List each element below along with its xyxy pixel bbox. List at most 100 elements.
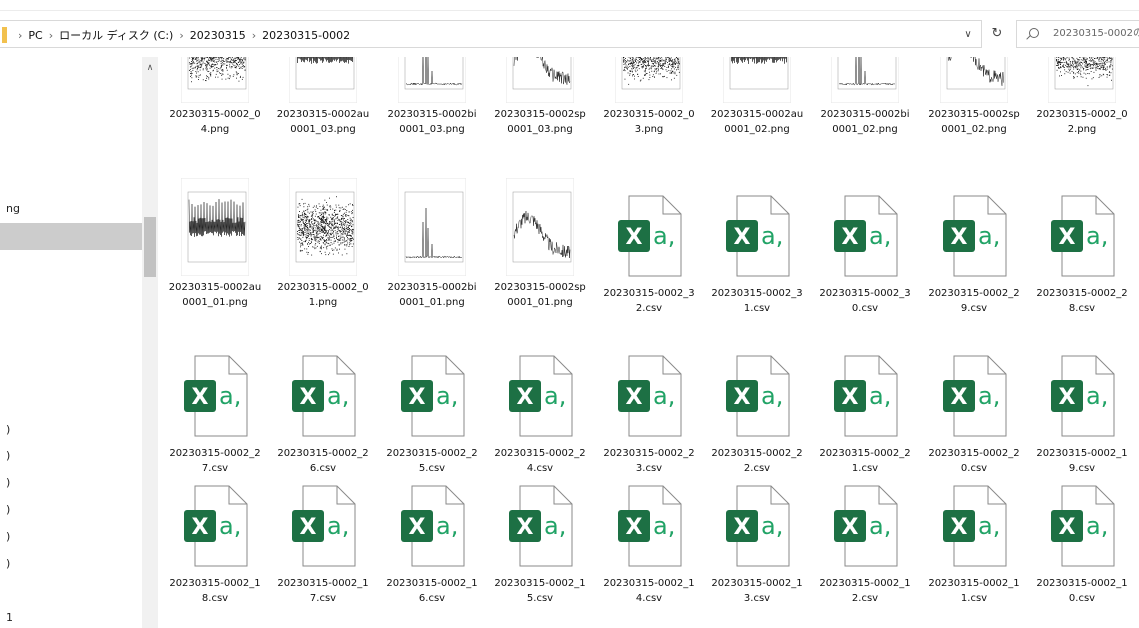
file-item[interactable]: Xa, 20230315-0002_2 3.csv: [595, 338, 703, 474]
svg-text:a,: a,: [653, 512, 675, 540]
address-field[interactable]: › PC › ローカル ディスク (C:) › 20230315 › 20230…: [0, 20, 982, 48]
file-item[interactable]: 20230315-0002_0 2.png: [1028, 57, 1136, 135]
file-name: 20230315-0002_1 8.csv: [161, 576, 269, 606]
file-name-line: 20230315-0002_1: [603, 578, 695, 589]
file-item[interactable]: Xa, 20230315-0002_2 1.csv: [811, 338, 919, 474]
file-name: 20230315-0002_1 2.csv: [811, 576, 919, 606]
file-name: 20230315-0002_1 7.csv: [269, 576, 377, 606]
file-item[interactable]: Xa, 20230315-0002_1 9.csv: [1028, 338, 1136, 474]
nav-item-partial[interactable]: ng: [6, 202, 20, 215]
file-item[interactable]: 20230315-0002bi 0001_01.png: [378, 178, 486, 308]
file-item[interactable]: Xa, 20230315-0002_1 6.csv: [378, 468, 486, 604]
file-item[interactable]: Xa, 20230315-0002_3 0.csv: [811, 178, 919, 314]
file-name-line: 3.png: [634, 124, 664, 135]
file-name: 20230315-0002_3 1.csv: [703, 286, 811, 316]
file-item[interactable]: Xa, 20230315-0002_1 7.csv: [269, 468, 377, 604]
svg-text:a,: a,: [1086, 382, 1108, 410]
file-item[interactable]: Xa, 20230315-0002_2 6.csv: [269, 338, 377, 474]
refresh-icon[interactable]: ↻: [983, 20, 1011, 48]
file-name-line: 2.csv: [851, 593, 879, 604]
file-item[interactable]: Xa, 20230315-0002_1 2.csv: [811, 468, 919, 604]
nav-item-selected[interactable]: [0, 223, 142, 250]
file-name: 20230315-0002_0 3.png: [595, 107, 703, 137]
nav-item-partial[interactable]: ): [6, 530, 10, 543]
svg-text:X: X: [842, 225, 859, 250]
breadcrumb-separator-icon[interactable]: ›: [252, 29, 256, 42]
breadcrumb-separator-icon[interactable]: ›: [179, 29, 183, 42]
file-item[interactable]: 20230315-0002bi 0001_03.png: [378, 57, 486, 135]
file-item[interactable]: Xa, 20230315-0002_2 0.csv: [920, 338, 1028, 474]
file-item[interactable]: Xa, 20230315-0002_1 3.csv: [703, 468, 811, 604]
svg-text:a,: a,: [1086, 512, 1108, 540]
file-item[interactable]: Xa, 20230315-0002_1 0.csv: [1028, 468, 1136, 604]
excel-csv-file-icon: Xa,: [831, 178, 899, 278]
file-item[interactable]: 20230315-0002sp 0001_01.png: [486, 178, 594, 308]
breadcrumb-folder-20230315[interactable]: 20230315: [190, 29, 246, 42]
file-name: 20230315-0002_1 1.csv: [920, 576, 1028, 606]
file-name-line: 3.csv: [743, 593, 771, 604]
file-item[interactable]: 20230315-0002bi 0001_02.png: [811, 57, 919, 135]
excel-csv-file-icon: Xa,: [506, 468, 574, 568]
nav-item-partial[interactable]: ): [6, 449, 10, 462]
excel-csv-file-icon: Xa,: [831, 338, 899, 438]
file-item[interactable]: 20230315-0002_0 4.png: [161, 57, 269, 135]
svg-text:X: X: [300, 385, 317, 410]
file-item[interactable]: Xa, 20230315-0002_1 5.csv: [486, 468, 594, 604]
file-name-line: 20230315-0002au: [276, 109, 370, 120]
file-name-line: 0001_02.png: [941, 124, 1007, 135]
chevron-down-icon[interactable]: ∨: [957, 24, 979, 46]
breadcrumb-local-disk[interactable]: ローカル ディスク (C:): [59, 27, 173, 43]
svg-text:X: X: [951, 515, 968, 540]
excel-csv-file-icon: Xa,: [1048, 338, 1116, 438]
file-item[interactable]: Xa, 20230315-0002_2 4.csv: [486, 338, 594, 474]
file-name-line: 0001_02.png: [724, 124, 790, 135]
nav-item-partial[interactable]: ): [6, 476, 10, 489]
file-item[interactable]: 20230315-0002au 0001_01.png: [161, 178, 269, 308]
file-item[interactable]: 20230315-0002sp 0001_02.png: [920, 57, 1028, 135]
file-item[interactable]: Xa, 20230315-0002_3 2.csv: [595, 178, 703, 314]
file-item[interactable]: 20230315-0002sp 0001_03.png: [486, 57, 594, 135]
breadcrumb-current-folder[interactable]: 20230315-0002: [262, 29, 350, 42]
nav-item-partial[interactable]: ): [6, 557, 10, 570]
svg-text:X: X: [626, 515, 643, 540]
breadcrumb-pc[interactable]: PC: [28, 29, 42, 42]
file-item[interactable]: Xa, 20230315-0002_2 9.csv: [920, 178, 1028, 314]
scroll-up-icon[interactable]: ∧: [142, 61, 158, 75]
file-item[interactable]: 20230315-0002au 0001_03.png: [269, 57, 377, 135]
nav-scrollbar[interactable]: ∧: [142, 57, 158, 628]
file-item[interactable]: Xa, 20230315-0002_2 8.csv: [1028, 178, 1136, 314]
svg-text:a,: a,: [436, 382, 458, 410]
file-item[interactable]: 20230315-0002_0 3.png: [595, 57, 703, 135]
svg-text:X: X: [842, 515, 859, 540]
file-name-line: 20230315-0002_0: [169, 109, 261, 120]
nav-item-partial[interactable]: ): [6, 423, 10, 436]
file-name-line: 20230315-0002_2: [169, 448, 261, 459]
file-name-line: 20230315-0002_1: [819, 578, 911, 589]
file-name: 20230315-0002_1 3.csv: [703, 576, 811, 606]
file-item[interactable]: 20230315-0002au 0001_02.png: [703, 57, 811, 135]
scroll-thumb[interactable]: [144, 217, 156, 277]
file-name-line: 20230315-0002_2: [494, 448, 586, 459]
file-item[interactable]: Xa, 20230315-0002_2 2.csv: [703, 338, 811, 474]
file-item[interactable]: Xa, 20230315-0002_2 5.csv: [378, 338, 486, 474]
svg-text:a,: a,: [653, 222, 675, 250]
svg-text:a,: a,: [869, 222, 891, 250]
file-item[interactable]: Xa, 20230315-0002_1 8.csv: [161, 468, 269, 604]
file-name-line: 20230315-0002_1: [169, 578, 261, 589]
nav-item-partial[interactable]: 1: [6, 611, 13, 624]
file-item[interactable]: Xa, 20230315-0002_1 4.csv: [595, 468, 703, 604]
file-item[interactable]: Xa, 20230315-0002_2 7.csv: [161, 338, 269, 474]
file-item[interactable]: 20230315-0002_0 1.png: [269, 178, 377, 308]
excel-csv-file-icon: Xa,: [506, 338, 574, 438]
svg-text:X: X: [626, 385, 643, 410]
image-thumbnail: [289, 178, 357, 276]
breadcrumb-separator-icon[interactable]: ›: [49, 29, 53, 42]
file-name-line: 20230315-0002_0: [1036, 109, 1128, 120]
navigation-pane: ng ) ) ) ) ) ) 1 ∧: [0, 57, 158, 628]
file-name: 20230315-0002_0 4.png: [161, 107, 269, 137]
file-name-line: 20230315-0002bi: [820, 109, 910, 120]
nav-item-partial[interactable]: ): [6, 503, 10, 516]
search-box[interactable]: 20230315-0002の...: [1016, 20, 1139, 48]
file-item[interactable]: Xa, 20230315-0002_1 1.csv: [920, 468, 1028, 604]
file-item[interactable]: Xa, 20230315-0002_3 1.csv: [703, 178, 811, 314]
